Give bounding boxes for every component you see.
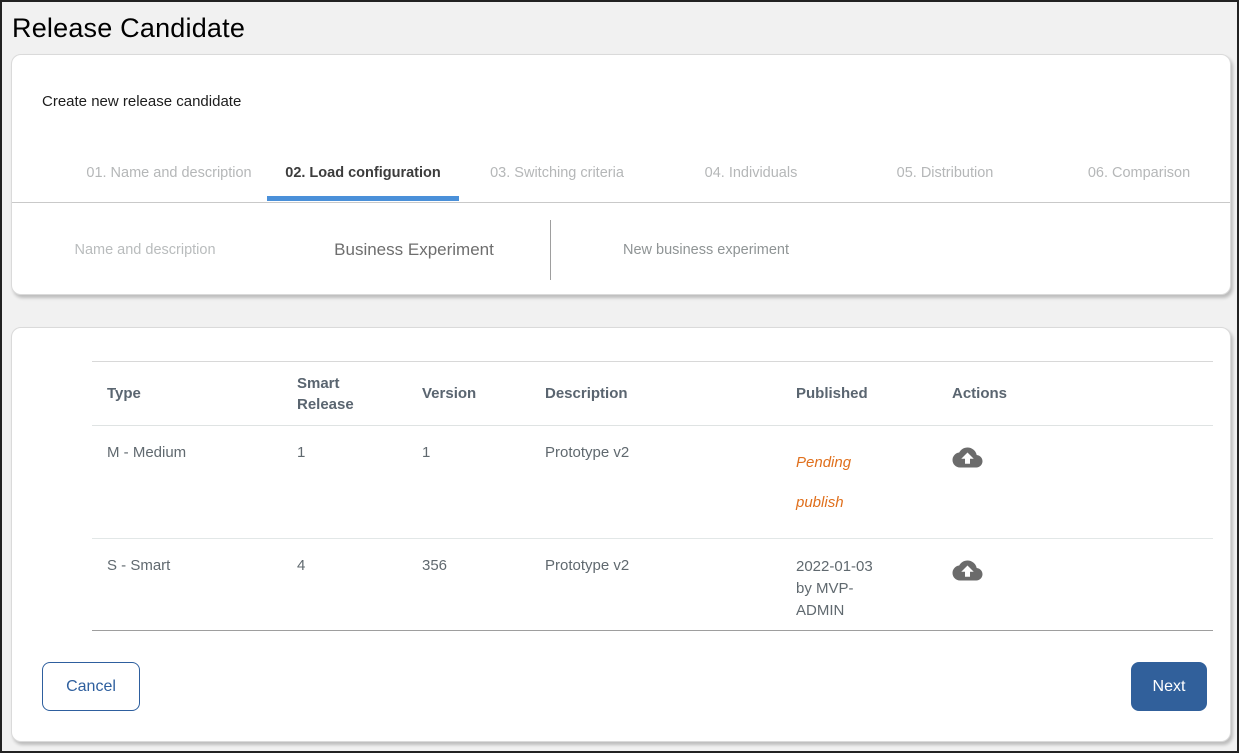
page-title: Release Candidate	[12, 13, 245, 44]
table-row: S - Smart 4 356 Prototype v2 2022-01-03 …	[92, 539, 1213, 631]
cell-smart-release: 4	[282, 539, 407, 631]
next-button[interactable]: Next	[1131, 662, 1207, 711]
release-table: Type Smart Release Version Description P…	[92, 361, 1213, 631]
cell-version: 1	[407, 426, 530, 539]
wizard-subtitle: Create new release candidate	[42, 93, 241, 110]
tab-distribution[interactable]: 05. Distribution	[848, 150, 1042, 202]
wizard-subtabs: Name and description Business Experiment…	[12, 203, 1230, 296]
col-header-smart-release: Smart Release	[282, 362, 407, 426]
cell-smart-release: 1	[282, 426, 407, 539]
subtab-business-experiment[interactable]: Business Experiment	[278, 240, 550, 260]
cell-type: M - Medium	[92, 426, 282, 539]
wizard-tab-strip: 01. Name and description 02. Load config…	[12, 150, 1230, 203]
subtab-name-and-description[interactable]: Name and description	[12, 242, 278, 258]
tab-individuals[interactable]: 04. Individuals	[654, 150, 848, 202]
cloud-upload-icon	[952, 558, 983, 583]
cell-published: 2022-01-03 by MVP-ADMIN	[781, 539, 937, 631]
wizard-tabs: 01. Name and description 02. Load config…	[72, 150, 1236, 202]
cloud-upload-icon	[952, 445, 983, 470]
col-header-type: Type	[92, 362, 282, 426]
col-header-actions: Actions	[937, 362, 1213, 426]
tab-name-and-description[interactable]: 01. Name and description	[72, 150, 266, 202]
app-window: Release Candidate Create new release can…	[0, 0, 1239, 753]
cell-published: Pending publish	[781, 426, 937, 539]
publish-button[interactable]	[952, 445, 983, 470]
cell-version: 356	[407, 539, 530, 631]
published-date-label: 2022-01-03 by MVP-ADMIN	[796, 556, 892, 622]
tab-comparison[interactable]: 06. Comparison	[1042, 150, 1236, 202]
col-header-version: Version	[407, 362, 530, 426]
pending-publish-label: Pending publish	[796, 443, 876, 523]
cell-actions	[937, 426, 1213, 539]
cell-type: S - Smart	[92, 539, 282, 631]
cell-description: Prototype v2	[530, 539, 781, 631]
tab-load-configuration[interactable]: 02. Load configuration	[266, 150, 460, 202]
cell-description: Prototype v2	[530, 426, 781, 539]
subtab-new-business-experiment[interactable]: New business experiment	[551, 242, 861, 258]
wizard-card: Create new release candidate 01. Name an…	[11, 54, 1231, 295]
col-header-published: Published	[781, 362, 937, 426]
configuration-card: Type Smart Release Version Description P…	[11, 327, 1231, 742]
cell-actions	[937, 539, 1213, 631]
tab-switching-criteria[interactable]: 03. Switching criteria	[460, 150, 654, 202]
col-header-description: Description	[530, 362, 781, 426]
table-row: M - Medium 1 1 Prototype v2 Pending publ…	[92, 426, 1213, 539]
publish-button[interactable]	[952, 558, 983, 583]
cancel-button[interactable]: Cancel	[42, 662, 140, 711]
table-header-row: Type Smart Release Version Description P…	[92, 362, 1213, 426]
